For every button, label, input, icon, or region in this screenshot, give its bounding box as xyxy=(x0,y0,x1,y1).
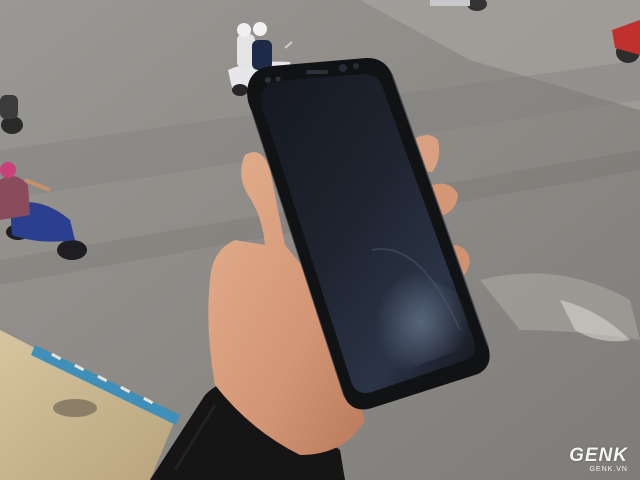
watermark-logo: GENK xyxy=(569,445,628,466)
genk-watermark: GENK GENK.VN xyxy=(569,446,628,474)
street-photo xyxy=(0,0,640,480)
ledge-stain xyxy=(53,399,97,417)
photo-scene: GENK GENK.VN xyxy=(0,0,640,480)
watermark-domain: GENK.VN xyxy=(589,466,628,473)
